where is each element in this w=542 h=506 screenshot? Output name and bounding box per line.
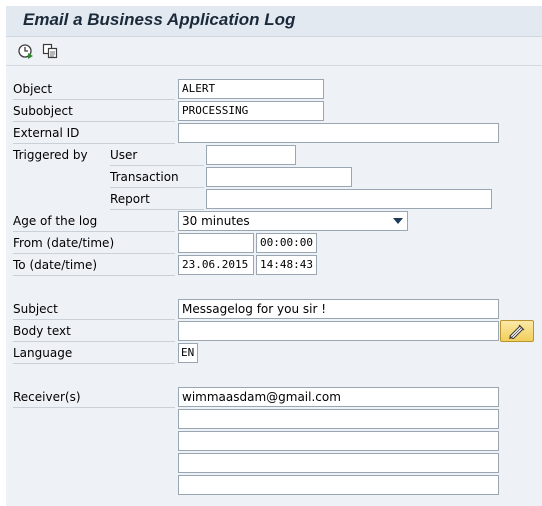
title-bar: Email a Business Application Log: [6, 6, 542, 37]
user-input[interactable]: [206, 145, 296, 165]
receivers-label: Receiver(s): [13, 387, 175, 408]
from-date-input[interactable]: [178, 233, 254, 253]
to-datetime-label: To (date/time): [13, 255, 175, 276]
to-date-input[interactable]: 23.06.2015: [178, 255, 254, 275]
transaction-label: Transaction: [110, 167, 204, 188]
user-label: User: [110, 145, 204, 166]
edit-body-text-button[interactable]: [500, 320, 534, 342]
object-input[interactable]: ALERT: [178, 79, 324, 99]
receiver-input-4[interactable]: [178, 453, 499, 473]
body-text-label: Body text: [13, 321, 175, 342]
age-of-log-value: 30 minutes: [182, 214, 250, 228]
clock-execute-icon: [18, 44, 33, 59]
object-label: Object: [13, 79, 175, 100]
execute-button[interactable]: [17, 42, 35, 60]
copy-icon: [42, 43, 58, 59]
subobject-label: Subobject: [13, 101, 175, 122]
age-of-log-dropdown[interactable]: 30 minutes: [178, 211, 408, 231]
body-text-input[interactable]: [178, 321, 499, 341]
receiver-input-5[interactable]: [178, 475, 499, 495]
receiver-input-2[interactable]: [178, 409, 499, 429]
subject-input[interactable]: Messagelog for you sir !: [178, 299, 499, 319]
to-time-input[interactable]: 14:48:43: [256, 255, 317, 275]
from-datetime-label: From (date/time): [13, 233, 175, 254]
triggered-by-label: Triggered by: [13, 148, 88, 162]
language-label: Language: [13, 343, 175, 364]
report-input[interactable]: [206, 189, 492, 209]
subject-label: Subject: [13, 299, 175, 320]
copy-button[interactable]: [41, 42, 59, 60]
age-of-log-label: Age of the log: [13, 211, 175, 232]
receiver-input-1[interactable]: wimmaasdam@gmail.com: [178, 387, 499, 407]
pencil-edit-icon: [509, 324, 525, 339]
receiver-input-3[interactable]: [178, 431, 499, 451]
transaction-input[interactable]: [206, 167, 352, 187]
language-input[interactable]: EN: [178, 343, 198, 363]
application-toolbar: [6, 37, 542, 66]
window-title: Email a Business Application Log: [23, 10, 296, 29]
external-id-input[interactable]: [178, 123, 499, 143]
report-label: Report: [110, 189, 204, 210]
subobject-input[interactable]: PROCESSING: [178, 101, 324, 121]
from-time-input[interactable]: 00:00:00: [256, 233, 317, 253]
external-id-label: External ID: [13, 123, 175, 144]
chevron-down-icon[interactable]: [393, 218, 403, 224]
